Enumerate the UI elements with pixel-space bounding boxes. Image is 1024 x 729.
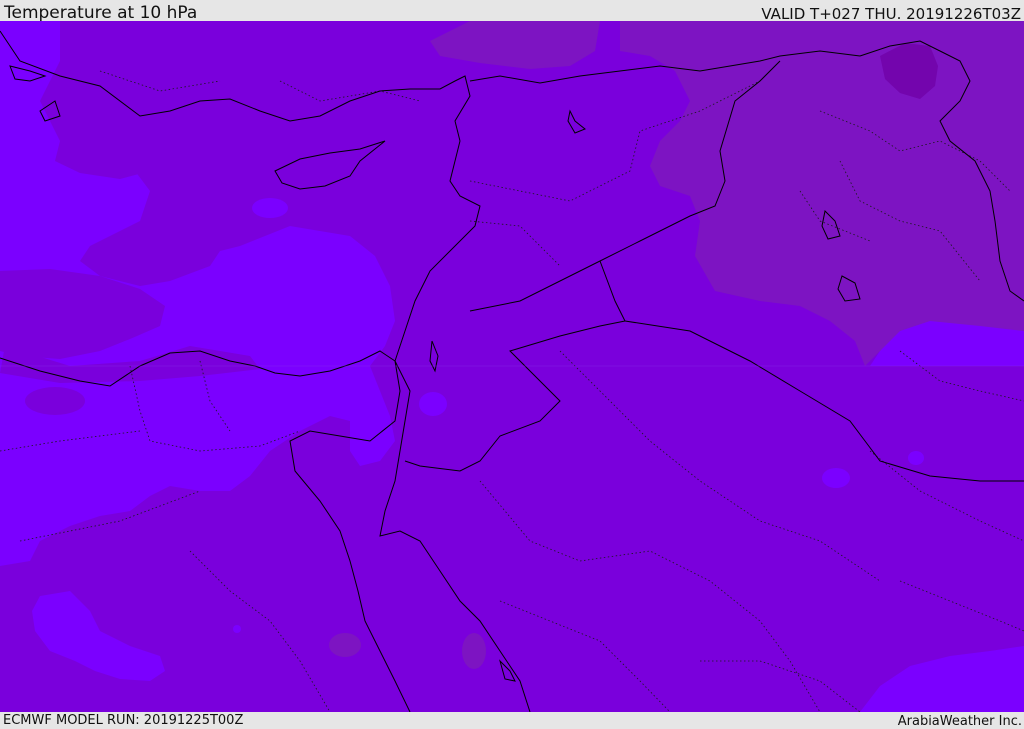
temperature-map <box>0 21 1024 712</box>
map-canvas <box>0 21 1024 712</box>
cold-spot-arabia <box>822 468 850 488</box>
cold-spot-egypt <box>233 625 241 633</box>
cold-spot-cyprus <box>252 198 288 218</box>
cold-spot-gulf <box>908 451 924 465</box>
model-run-label: ECMWF MODEL RUN: 20191225T00Z <box>3 713 244 728</box>
map-title: Temperature at 10 hPa <box>4 3 198 23</box>
header-bar: Temperature at 10 hPa VALID T+027 THU. 2… <box>0 0 1024 23</box>
footer-bar: ECMWF MODEL RUN: 20191225T00Z ArabiaWeat… <box>0 712 1024 729</box>
warm-spot-egypt-west <box>329 633 361 657</box>
warm-spot-red-sea <box>462 633 486 669</box>
credit-label: ArabiaWeather Inc. <box>897 714 1022 729</box>
pocket-libya <box>25 387 85 415</box>
cold-spot-sinai <box>419 392 447 416</box>
